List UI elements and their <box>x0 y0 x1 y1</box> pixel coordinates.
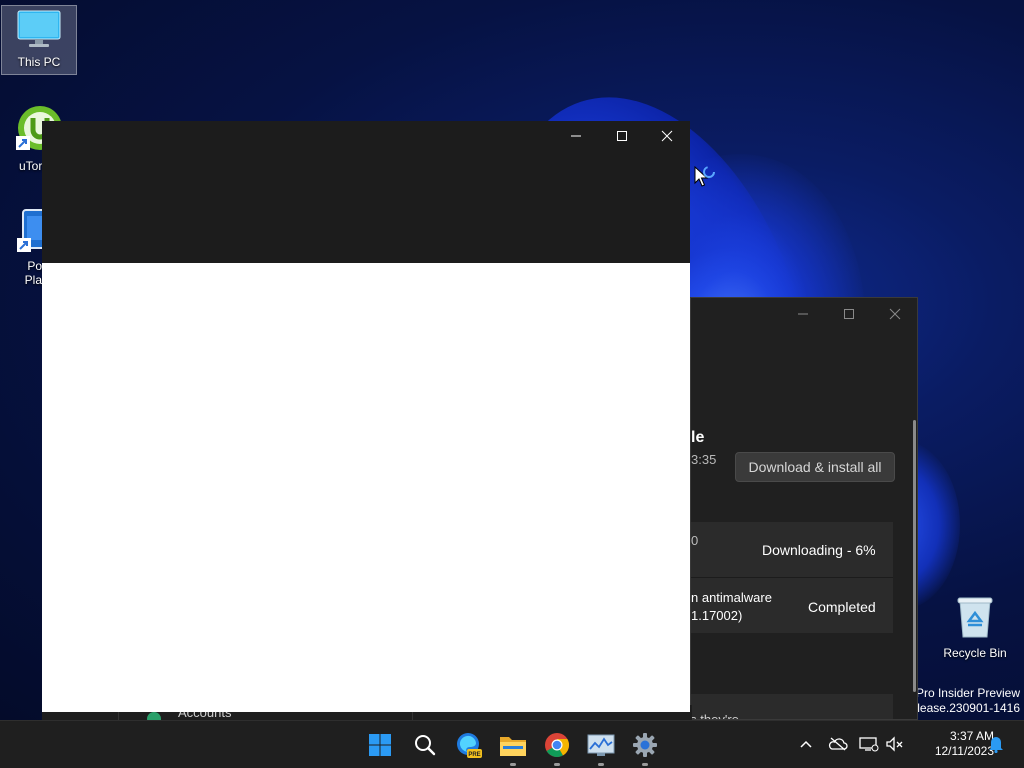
window-content-area[interactable] <box>42 263 690 712</box>
desktop-icon-recycle-bin[interactable]: Recycle Bin <box>937 595 1013 660</box>
clock-time: 3:37 AM <box>949 729 994 743</box>
desktop-icon-this-pc[interactable]: This PC <box>1 5 77 75</box>
network-tray-button[interactable] <box>858 733 880 755</box>
gear-icon <box>633 733 657 757</box>
clock[interactable]: 3:37 AM 12/11/2023 <box>912 729 994 759</box>
folder-icon <box>500 737 526 756</box>
edge-pre-badge: PRE <box>468 752 480 758</box>
search-icon <box>415 735 436 756</box>
onedrive-tray-button[interactable] <box>827 733 849 755</box>
chevron-up-icon <box>800 740 812 748</box>
running-indicator <box>642 763 648 766</box>
performance-monitor-icon <box>587 734 615 756</box>
clock-date: 12/11/2023 <box>934 744 994 758</box>
download-install-all-button[interactable]: Download & install all <box>735 452 895 482</box>
search-button[interactable] <box>409 729 441 761</box>
cloud-offline-icon <box>828 737 848 751</box>
update-row[interactable]: n antimalware 1.17002) Completed <box>691 578 893 633</box>
update-status-heading: le <box>691 429 705 446</box>
build-watermark-line1: Pro Insider Preview <box>915 686 1020 700</box>
settings-window[interactable]: le 3:35 Download & install all 0 Downloa… <box>690 297 918 720</box>
recycle-bin-icon <box>957 597 993 638</box>
close-button[interactable] <box>644 121 690 151</box>
volume-tray-button[interactable] <box>884 733 906 755</box>
edge-preview-icon: PRE <box>457 733 482 758</box>
get-latest-updates-card[interactable]: Get the latest updates as soon as they'r… <box>690 694 893 720</box>
speaker-muted-icon <box>886 736 903 752</box>
busy-cursor-icon <box>694 166 715 187</box>
taskbar-chrome[interactable] <box>541 729 573 766</box>
update-status: Completed <box>808 599 876 615</box>
minimize-button[interactable] <box>780 299 826 329</box>
start-button[interactable] <box>364 729 396 761</box>
show-hidden-icons-button[interactable] <box>795 733 817 755</box>
update-name-line2: 1.17002) <box>691 608 743 623</box>
maximize-icon <box>617 131 627 141</box>
notifications-button[interactable] <box>985 733 1007 755</box>
windows-start-icon <box>369 734 391 756</box>
taskbar-edge-preview[interactable]: PRE <box>453 729 485 761</box>
minimize-icon <box>571 135 581 137</box>
minimize-icon <box>798 313 808 315</box>
maximize-button[interactable] <box>599 121 645 151</box>
taskbar: PRE 3:37 AM 12/11/2023 <box>0 720 1024 768</box>
taskbar-settings[interactable] <box>629 729 661 766</box>
taskbar-performance-monitor[interactable] <box>585 729 617 766</box>
last-checked-text: 3:35 <box>691 452 717 467</box>
monitor-icon <box>17 10 61 47</box>
update-status: Downloading - 6% <box>762 542 876 558</box>
close-button[interactable] <box>872 299 917 329</box>
scrollbar[interactable] <box>913 420 916 692</box>
main-window[interactable] <box>42 121 690 712</box>
network-icon <box>859 737 879 752</box>
close-icon <box>661 130 673 142</box>
running-indicator <box>554 763 560 766</box>
title-bar[interactable] <box>42 121 690 263</box>
build-watermark-line2: elease.230901-1416 <box>910 701 1020 715</box>
chrome-icon <box>545 733 570 758</box>
update-row[interactable]: 0 Downloading - 6% <box>691 522 893 577</box>
minimize-button[interactable] <box>553 121 599 151</box>
bell-icon <box>989 737 1003 753</box>
running-indicator <box>598 763 604 766</box>
running-indicator <box>510 763 516 766</box>
desktop-icon-label: This PC <box>17 55 61 69</box>
taskbar-file-explorer[interactable] <box>497 729 529 766</box>
desktop-icon-label: Recycle Bin <box>943 646 1007 660</box>
close-icon <box>889 308 901 320</box>
update-name: 0 <box>691 533 699 548</box>
get-latest-updates-text: Get the latest updates as soon as they'r… <box>690 712 739 720</box>
maximize-button[interactable] <box>826 299 872 329</box>
update-name-line1: n antimalware <box>691 590 772 605</box>
maximize-icon <box>844 309 854 319</box>
